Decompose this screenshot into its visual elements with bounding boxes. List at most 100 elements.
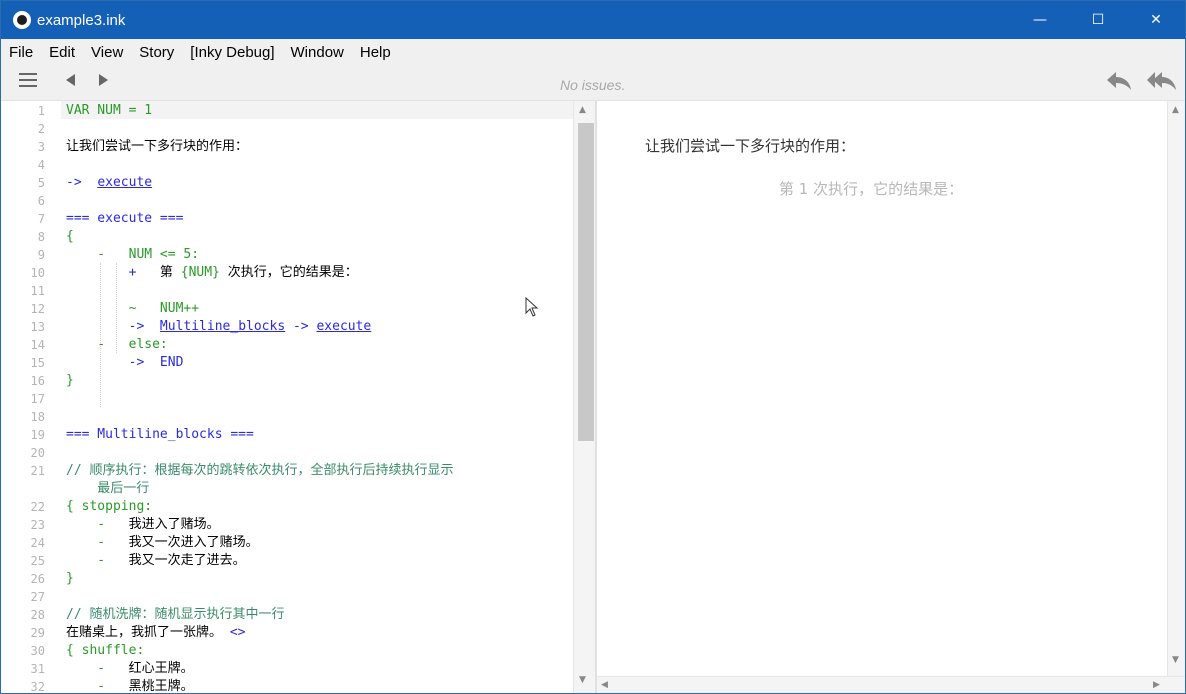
code-token: 我又一次进入了赌场。 [128,535,259,550]
line-number: 12 [30,302,45,316]
code-token: - else: [66,337,168,352]
line-number: 8 [37,230,45,244]
issues-status: No issues. [560,77,626,93]
code-line[interactable]: -> execute [66,174,152,192]
scroll-down-icon[interactable]: ▼ [579,675,586,685]
line-number: 20 [30,446,45,460]
code-token: === execute === [66,211,184,226]
code-line[interactable]: } [66,372,74,390]
knot-link[interactable]: execute [97,175,152,190]
inky-app-icon [13,11,31,29]
scroll-right-icon[interactable]: ▶ [1153,680,1160,690]
line-number: 28 [30,608,45,622]
rewind-icon[interactable] [1105,67,1133,95]
code-line[interactable]: 在赌桌上，我抓了一张牌。 <> [66,624,245,642]
code-token: - [66,679,129,694]
code-line[interactable]: + 第 {NUM} 次执行，它的结果是： [66,264,358,282]
line-number: 31 [30,662,45,676]
forward-arrow-icon[interactable] [95,66,113,94]
window-title: example3.ink [37,11,126,29]
code-line[interactable]: - 我又一次走了进去。 [66,552,245,570]
menu-story[interactable]: Story [131,39,182,66]
code-token: <> [229,625,246,640]
editor-scrollbar[interactable]: ▲ ▼ [573,101,595,693]
menu-file[interactable]: File [1,39,41,66]
scroll-down-icon[interactable]: ▼ [1172,655,1179,665]
line-number: 6 [37,194,45,208]
knot-link[interactable]: execute [316,319,371,334]
line-number: 7 [37,212,45,226]
code-line[interactable]: - else: [66,336,168,354]
editor-scroll-thumb[interactable] [578,123,594,441]
menu-window[interactable]: Window [283,39,352,66]
code-line[interactable]: - 我又一次进入了赌场。 [66,534,259,552]
hamburger-icon[interactable] [17,69,39,91]
code-token: - NUM <= 5: [66,247,200,262]
code-line[interactable]: -> END [66,354,184,372]
code-token: -> END [66,355,184,370]
line-number: 4 [37,158,45,172]
menu-edit[interactable]: Edit [41,39,83,66]
menu-bar: File Edit View Story [Inky Debug] Window… [1,39,1185,66]
line-number: 10 [30,266,45,280]
code-line[interactable]: } [66,570,74,588]
line-number: 21 [30,464,45,478]
code-line[interactable]: { shuffle: [66,642,144,660]
line-number: 9 [37,248,45,262]
line-number: 19 [30,428,45,442]
code-token: 在赌桌上，我抓了一张牌。 [66,625,230,640]
code-token: - [66,553,129,568]
story-paragraph: 让我们尝试一下多行块的作用： [645,137,856,155]
inky-window: example3.ink — ☐ ✕ File Edit View Story … [0,0,1186,694]
code-line[interactable]: -> Multiline_blocks -> execute [66,318,372,336]
player-vertical-scrollbar[interactable]: ▲ ▼ [1167,101,1185,676]
code-token: } [66,571,74,586]
scroll-up-icon[interactable]: ▲ [579,105,586,115]
code-line[interactable]: 让我们尝试一下多行块的作用： [66,138,248,156]
code-token: - [66,661,129,676]
code-line[interactable]: 最后一行 [66,480,149,498]
code-token: - [66,535,129,550]
scroll-left-icon[interactable]: ◀ [601,680,608,690]
line-number: 22 [30,500,45,514]
menu-inky-debug[interactable]: [Inky Debug] [182,39,282,66]
maximize-button[interactable]: ☐ [1069,1,1127,39]
menu-help[interactable]: Help [352,39,399,66]
code-line[interactable]: { [66,228,74,246]
minimize-button[interactable]: — [1011,1,1069,39]
player-horizontal-scrollbar[interactable]: ◀ ▶ [597,676,1185,693]
code-token: { stopping: [66,499,153,514]
code-token: { [66,229,74,244]
code-line[interactable]: - 红心王牌。 [66,660,193,678]
code-line[interactable]: === Multiline_blocks === [66,426,254,444]
line-number: 16 [30,374,45,388]
line-number: 25 [30,554,45,568]
code-line[interactable]: - 黑桃王牌。 [66,678,193,694]
code-line[interactable]: // 顺序执行：根据每次的跳转依次执行，全部执行后持续执行显示 [66,462,453,480]
rewind-all-icon[interactable] [1146,67,1178,95]
close-button[interactable]: ✕ [1127,1,1185,39]
code-token: 最后一行 [66,481,150,496]
line-number: 23 [30,518,45,532]
code-line[interactable]: VAR NUM = 1 [66,102,152,120]
code-token: // 随机洗牌：随机显示执行其中一行 [66,607,285,622]
code-line[interactable]: - NUM <= 5: [66,246,199,264]
code-token: === Multiline_blocks === [66,427,254,442]
code-editor[interactable]: 1 VAR NUM = 1 2 3 让我们尝试一下多行块的作用： 4 5 -> execute… [1,101,595,694]
menu-view[interactable]: View [83,39,131,66]
code-line[interactable]: ~ NUM++ [66,300,199,318]
code-token: { shuffle: [66,643,145,658]
code-line[interactable]: - 我进入了赌场。 [66,516,219,534]
code-line[interactable]: === execute === [66,210,183,228]
code-line[interactable]: { stopping: [66,498,152,516]
knot-link[interactable]: Multiline_blocks [160,319,285,334]
line-number: 5 [37,176,45,190]
code-line[interactable]: // 随机洗牌：随机显示执行其中一行 [66,606,284,624]
code-token: -> [66,319,160,334]
code-token: -> [285,319,317,334]
scroll-up-icon[interactable]: ▲ [1172,105,1179,115]
line-number: 30 [30,644,45,658]
line-number: 24 [30,536,45,550]
code-token: 次执行，它的结果是： [219,265,358,280]
back-arrow-icon[interactable] [61,66,79,94]
